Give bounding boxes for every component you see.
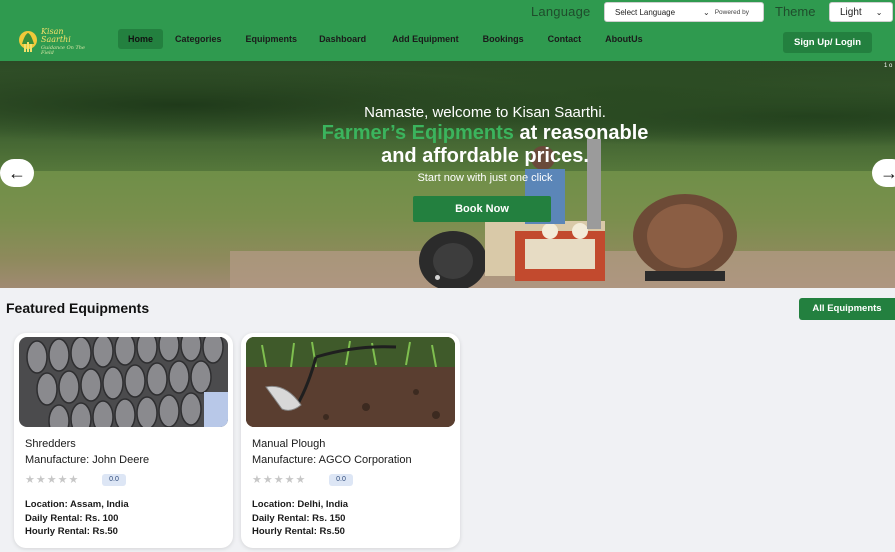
nav-dashboard[interactable]: Dashboard [309, 29, 376, 49]
star-rating-icon: ★★★★★ [252, 474, 307, 486]
hero-headline-line2: and affordable prices. [381, 145, 589, 167]
equipment-hourly-rental: Hourly Rental: Rs.50 [25, 526, 118, 537]
equipment-name: Manual Plough [252, 438, 326, 450]
brand-name: Kisan Saarthi [41, 27, 71, 44]
nav-home[interactable]: Home [118, 29, 164, 49]
equipment-card[interactable]: Shredders Manufacture: John Deere ★★★★★ … [14, 333, 233, 548]
nav-equipments[interactable]: Equipments [236, 29, 308, 49]
equipment-daily-rental: Daily Rental: Rs. 100 [25, 513, 119, 524]
hero-carousel: Namaste, welcome to Kisan Saarthi. Farme… [0, 61, 895, 288]
equipment-manufacturer: Manufacture: John Deere [25, 454, 150, 466]
hero-greeting: Namaste, welcome to Kisan Saarthi. [364, 104, 606, 121]
theme-select[interactable]: Light ⌄ [829, 2, 893, 22]
book-now-button[interactable]: Book Now [413, 196, 551, 222]
equipment-hourly-rental: Hourly Rental: Rs.50 [252, 526, 345, 537]
language-select-value: Select Language [615, 7, 676, 17]
nav-aboutus[interactable]: AboutUs [595, 29, 653, 49]
nav-categories[interactable]: Categories [165, 29, 232, 49]
main-nav: Home Categories Equipments Dashboard Add… [118, 29, 653, 49]
carousel-indicator[interactable] [435, 275, 440, 280]
equipment-manufacturer: Manufacture: AGCO Corporation [252, 454, 412, 466]
brand-logo[interactable]: Kisan Saarthi Guidance On The Field [18, 28, 90, 56]
theme-label: Theme [775, 4, 816, 19]
theme-select-value: Light [840, 6, 862, 18]
star-rating-icon: ★★★★★ [25, 474, 80, 486]
language-label: Language [531, 4, 591, 19]
carousel-pager: 1 o [884, 63, 893, 69]
equipment-image-shredder [19, 337, 228, 427]
brand-tagline: Guidance On The Field [41, 45, 85, 56]
nav-contact[interactable]: Contact [538, 29, 592, 49]
carousel-next-button[interactable]: → [872, 159, 895, 187]
chevron-down-icon: ⌄ [875, 7, 883, 17]
rating-badge: 0.0 [329, 474, 353, 486]
equipment-location: Location: Assam, India [25, 499, 129, 510]
equipment-daily-rental: Daily Rental: Rs. 150 [252, 513, 346, 524]
rating-badge: 0.0 [102, 474, 126, 486]
arrow-right-icon: → [880, 162, 895, 183]
top-navbar: Kisan Saarthi Guidance On The Field Home… [0, 0, 895, 61]
signup-login-button[interactable]: Sign Up/ Login [783, 32, 872, 53]
hero-subtext: Start now with just one click [417, 172, 553, 184]
nav-bookings[interactable]: Bookings [473, 29, 534, 49]
arrow-left-icon: ← [8, 162, 26, 183]
carousel-prev-button[interactable]: ← [0, 159, 34, 187]
all-equipments-button[interactable]: All Equipments [799, 298, 895, 320]
chevron-down-icon: ⌄ [703, 7, 710, 17]
language-select[interactable]: Select Language ⌄ Powered by [604, 2, 764, 22]
equipment-card[interactable]: Manual Plough Manufacture: AGCO Corporat… [241, 333, 460, 548]
hero-headline-highlight: Farmer’s Eqipments [321, 122, 514, 144]
hero-headline-rest: at reasonable [513, 122, 649, 144]
equipment-image-plough [246, 337, 455, 427]
equipment-name: Shredders [25, 438, 76, 450]
hero-headline: Farmer’s Eqipments at reasonable and aff… [0, 122, 895, 168]
powered-by-text: Powered by [714, 8, 750, 16]
featured-section-title: Featured Equipments [6, 300, 150, 316]
equipment-location: Location: Delhi, India [252, 499, 349, 510]
nav-add-equipment[interactable]: Add Equipment [382, 29, 469, 49]
logo-emblem-icon [18, 30, 38, 54]
